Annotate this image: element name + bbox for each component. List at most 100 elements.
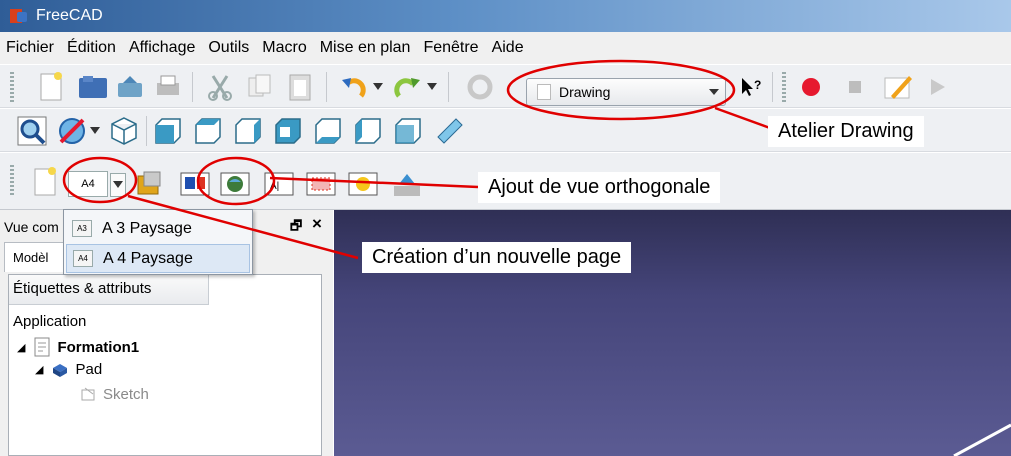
- view-rear-button[interactable]: [272, 115, 304, 147]
- float-icon[interactable]: 🗗: [290, 217, 302, 239]
- new-document-button[interactable]: [36, 72, 66, 102]
- whats-this-button[interactable]: ?: [740, 75, 764, 101]
- chevron-down-icon: [709, 89, 719, 95]
- annotation-ortho: Ajout de vue orthogonale: [478, 172, 721, 203]
- macro-execute-button[interactable]: [924, 74, 950, 100]
- tree-item-document[interactable]: ◢ Formation1: [17, 337, 139, 357]
- toolbar-grip[interactable]: [10, 72, 14, 102]
- annotation-button[interactable]: A|: [262, 169, 296, 199]
- record-icon: [802, 78, 820, 96]
- macro-edit-button[interactable]: [880, 72, 914, 102]
- menu-bar: Fichier Édition Affichage Outils Macro M…: [0, 32, 1011, 64]
- page-template-dropdown[interactable]: [110, 173, 126, 197]
- new-a4-page-button[interactable]: A4: [68, 171, 108, 197]
- undo-dropdown[interactable]: [371, 79, 385, 95]
- tree-item-sketch[interactable]: Sketch: [79, 385, 149, 403]
- menu-aide[interactable]: Aide: [492, 39, 524, 57]
- open-button[interactable]: [76, 72, 110, 102]
- copy-button[interactable]: [244, 72, 276, 102]
- print-icon: [157, 75, 179, 95]
- whats-this-icon: ?: [742, 78, 761, 96]
- cube-front-icon: [155, 118, 181, 144]
- a4-page-icon: A4: [81, 178, 95, 190]
- chevron-down-icon: [373, 83, 383, 90]
- freecad-logo-icon: [10, 7, 28, 25]
- redo-dropdown[interactable]: [425, 79, 439, 95]
- export-page-button[interactable]: [390, 169, 424, 199]
- a4-page-icon: A4: [73, 250, 93, 267]
- page-template-menu: A3 A 3 Paysage A4 A 4 Paysage: [63, 209, 253, 275]
- redo-button[interactable]: [392, 72, 424, 102]
- svg-text:A|: A|: [270, 181, 279, 192]
- menu-mise-en-plan[interactable]: Mise en plan: [320, 39, 411, 57]
- menu-edition[interactable]: Édition: [67, 39, 116, 57]
- menu-outils[interactable]: Outils: [208, 39, 249, 57]
- tree-sketch-label: Sketch: [103, 385, 149, 403]
- tree-root-application[interactable]: Application: [13, 313, 86, 330]
- tree-pad-label: Pad: [75, 361, 103, 378]
- undo-button[interactable]: [338, 72, 370, 102]
- clip-button[interactable]: [304, 169, 338, 199]
- macro-edit-icon: [884, 76, 912, 99]
- orthographic-views-button[interactable]: [178, 169, 212, 199]
- ortho-views-icon: [180, 172, 210, 196]
- draw-style-button[interactable]: [56, 115, 88, 147]
- menu-item-a3-landscape[interactable]: A3 A 3 Paysage: [66, 214, 250, 243]
- annotation-page: Création d’un nouvelle page: [362, 242, 632, 273]
- combo-view-label: Vue com: [4, 219, 59, 235]
- workbench-selector[interactable]: Drawing: [526, 78, 726, 106]
- tree-column-header[interactable]: Étiquettes & attributs: [9, 275, 209, 305]
- view-bottom-button[interactable]: [312, 115, 344, 147]
- draw-style-dropdown[interactable]: [88, 123, 102, 139]
- document-icon: [34, 337, 50, 357]
- folder-open-icon: [79, 76, 107, 98]
- open-browser-view-button[interactable]: [218, 169, 252, 199]
- new-document-icon: [40, 72, 62, 101]
- save-icon: [118, 76, 142, 97]
- view-left-button[interactable]: [352, 115, 384, 147]
- svg-text:?: ?: [754, 78, 761, 92]
- paste-button[interactable]: [284, 72, 316, 102]
- measure-button[interactable]: [434, 115, 466, 147]
- view-top-button[interactable]: [192, 115, 224, 147]
- export-icon: [394, 174, 420, 196]
- fit-all-button[interactable]: [16, 115, 48, 147]
- view-front-button[interactable]: [152, 115, 184, 147]
- globe-icon: [220, 172, 250, 196]
- toolbar-file: ?: [0, 64, 1011, 108]
- symbol-button[interactable]: [346, 169, 380, 199]
- pad-icon: [53, 363, 68, 377]
- insert-view-button[interactable]: [134, 169, 166, 199]
- close-icon[interactable]: ×: [312, 214, 322, 234]
- workbench-icon: [537, 84, 551, 100]
- refresh-button[interactable]: [464, 72, 496, 102]
- annotation-icon: A|: [264, 172, 294, 196]
- new-document-button-2[interactable]: [30, 167, 60, 197]
- view-right-button[interactable]: [232, 115, 264, 147]
- insert-view-icon: [137, 171, 161, 195]
- print-button[interactable]: [152, 72, 184, 102]
- expand-triangle-icon: ◢: [35, 364, 44, 376]
- chevron-down-icon: [427, 83, 437, 90]
- view-isometric-button[interactable]: [108, 115, 140, 147]
- tree-document-label: Formation1: [57, 338, 140, 356]
- cut-button[interactable]: [204, 72, 236, 102]
- menu-item-a4-landscape[interactable]: A4 A 4 Paysage: [66, 244, 250, 273]
- menu-affichage[interactable]: Affichage: [129, 39, 195, 57]
- annotation-atelier: Atelier Drawing: [768, 116, 924, 147]
- menu-fenetre[interactable]: Fenêtre: [423, 39, 478, 57]
- tree-root-label: Application: [13, 313, 87, 330]
- zoom-fit-icon: [17, 116, 47, 146]
- view-axo-button[interactable]: [392, 115, 424, 147]
- window-title: FreeCAD: [36, 7, 103, 24]
- tree-item-pad[interactable]: ◢ Pad: [35, 361, 102, 378]
- macro-record-button[interactable]: [798, 74, 824, 100]
- ruler-icon: [437, 118, 463, 144]
- macro-stop-button[interactable]: [842, 74, 868, 100]
- model-tree: Étiquettes & attributs Application ◢ For…: [8, 274, 322, 456]
- menu-macro[interactable]: Macro: [262, 39, 306, 57]
- save-button[interactable]: [114, 72, 146, 102]
- menu-fichier[interactable]: Fichier: [6, 39, 54, 57]
- workbench-label: Drawing: [559, 84, 611, 100]
- draw-style-icon: [59, 118, 85, 144]
